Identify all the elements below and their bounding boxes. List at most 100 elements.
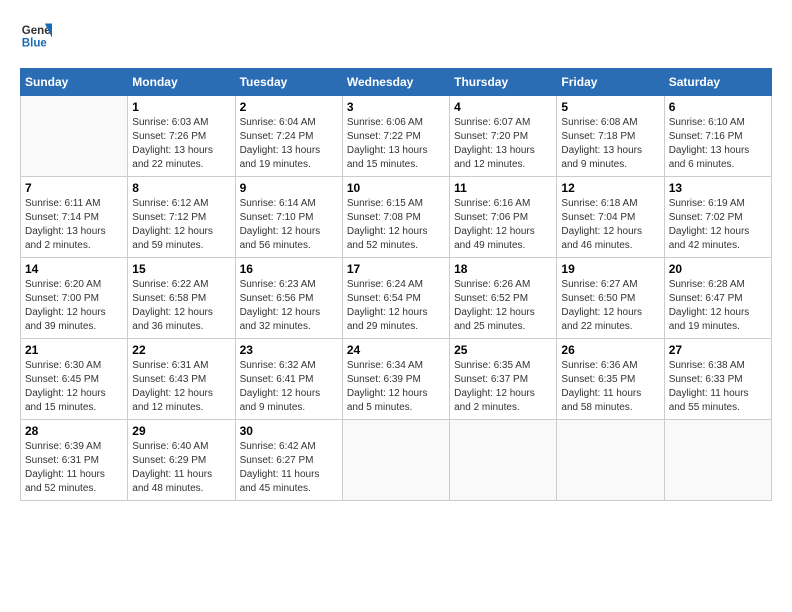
calendar-cell	[450, 420, 557, 501]
calendar-cell: 1 Sunrise: 6:03 AM Sunset: 7:26 PM Daylig…	[128, 96, 235, 177]
weekday-header: Sunday	[21, 69, 128, 96]
calendar-cell: 14 Sunrise: 6:20 AM Sunset: 7:00 PM Dayli…	[21, 258, 128, 339]
calendar-cell: 2Sunrise: 6:04 AM Sunset: 7:24 PM Daylig…	[235, 96, 342, 177]
day-number: 18	[454, 262, 552, 276]
day-number: 15	[132, 262, 230, 276]
weekday-header: Tuesday	[235, 69, 342, 96]
calendar-cell: 15 Sunrise: 6:22 AM Sunset: 6:58 PM Dayli…	[128, 258, 235, 339]
weekday-header: Friday	[557, 69, 664, 96]
calendar-cell: 16 Sunrise: 6:23 AM Sunset: 6:56 PM Dayli…	[235, 258, 342, 339]
day-info: Sunrise: 6:26 AM Sunset: 6:52 PM Dayligh…	[454, 278, 552, 334]
calendar-cell: 11 Sunrise: 6:16 AM Sunset: 7:06 PM Dayli…	[450, 177, 557, 258]
day-info: Sunrise: 6:34 AM Sunset: 6:39 PM Dayligh…	[347, 359, 445, 415]
day-info: Sunrise: 6:11 AM Sunset: 7:14 PM Dayligh…	[25, 197, 123, 253]
day-info: Sunrise: 6:30 AM Sunset: 6:45 PM Dayligh…	[25, 359, 123, 415]
calendar-cell: 18 Sunrise: 6:26 AM Sunset: 6:52 PM Dayli…	[450, 258, 557, 339]
calendar-week-row: 7 Sunrise: 6:11 AM Sunset: 7:14 PM Daylig…	[21, 177, 772, 258]
day-info: Sunrise: 6:12 AM Sunset: 7:12 PM Dayligh…	[132, 197, 230, 253]
calendar-cell: 25 Sunrise: 6:35 AM Sunset: 6:37 PM Dayli…	[450, 339, 557, 420]
calendar-cell: 5 Sunrise: 6:08 AM Sunset: 7:18 PM Daylig…	[557, 96, 664, 177]
day-number: 13	[669, 181, 767, 195]
calendar-cell: 22 Sunrise: 6:31 AM Sunset: 6:43 PM Dayli…	[128, 339, 235, 420]
weekday-header: Wednesday	[342, 69, 449, 96]
calendar-cell: 26Sunrise: 6:36 AM Sunset: 6:35 PM Dayli…	[557, 339, 664, 420]
day-info: Sunrise: 6:31 AM Sunset: 6:43 PM Dayligh…	[132, 359, 230, 415]
day-number: 29	[132, 424, 230, 438]
day-number: 8	[132, 181, 230, 195]
calendar-cell: 10 Sunrise: 6:15 AM Sunset: 7:08 PM Dayli…	[342, 177, 449, 258]
day-info: Sunrise: 6:20 AM Sunset: 7:00 PM Dayligh…	[25, 278, 123, 334]
calendar-cell: 28 Sunrise: 6:39 AM Sunset: 6:31 PM Dayli…	[21, 420, 128, 501]
calendar-week-row: 21 Sunrise: 6:30 AM Sunset: 6:45 PM Dayli…	[21, 339, 772, 420]
day-info: Sunrise: 6:42 AM Sunset: 6:27 PM Dayligh…	[240, 440, 338, 496]
calendar-cell: 3 Sunrise: 6:06 AM Sunset: 7:22 PM Daylig…	[342, 96, 449, 177]
page-header: General Blue	[20, 20, 772, 52]
day-number: 16	[240, 262, 338, 276]
day-number: 12	[561, 181, 659, 195]
day-number: 9	[240, 181, 338, 195]
calendar-cell	[664, 420, 771, 501]
svg-text:Blue: Blue	[22, 38, 48, 50]
day-info: Sunrise: 6:07 AM Sunset: 7:20 PM Dayligh…	[454, 116, 552, 172]
day-number: 3	[347, 100, 445, 114]
day-number: 11	[454, 181, 552, 195]
day-info: Sunrise: 6:10 AM Sunset: 7:16 PM Dayligh…	[669, 116, 767, 172]
day-number: 23	[240, 343, 338, 357]
weekday-header: Monday	[128, 69, 235, 96]
calendar-week-row: 14 Sunrise: 6:20 AM Sunset: 7:00 PM Dayli…	[21, 258, 772, 339]
day-info: Sunrise: 6:14 AM Sunset: 7:10 PM Dayligh…	[240, 197, 338, 253]
day-number: 27	[669, 343, 767, 357]
day-info: Sunrise: 6:38 AM Sunset: 6:33 PM Dayligh…	[669, 359, 767, 415]
calendar-cell: 7 Sunrise: 6:11 AM Sunset: 7:14 PM Daylig…	[21, 177, 128, 258]
day-info: Sunrise: 6:18 AM Sunset: 7:04 PM Dayligh…	[561, 197, 659, 253]
logo-icon: General Blue	[20, 20, 52, 52]
day-info: Sunrise: 6:03 AM Sunset: 7:26 PM Dayligh…	[132, 116, 230, 172]
calendar-cell	[21, 96, 128, 177]
calendar-cell: 30 Sunrise: 6:42 AM Sunset: 6:27 PM Dayli…	[235, 420, 342, 501]
calendar-cell: 6 Sunrise: 6:10 AM Sunset: 7:16 PM Daylig…	[664, 96, 771, 177]
calendar-cell: 27 Sunrise: 6:38 AM Sunset: 6:33 PM Dayli…	[664, 339, 771, 420]
day-number: 14	[25, 262, 123, 276]
day-number: 6	[669, 100, 767, 114]
calendar-cell: 9 Sunrise: 6:14 AM Sunset: 7:10 PM Daylig…	[235, 177, 342, 258]
day-info: Sunrise: 6:19 AM Sunset: 7:02 PM Dayligh…	[669, 197, 767, 253]
logo: General Blue	[20, 20, 52, 52]
day-info: Sunrise: 6:39 AM Sunset: 6:31 PM Dayligh…	[25, 440, 123, 496]
day-info: Sunrise: 6:04 AM Sunset: 7:24 PM Dayligh…	[240, 116, 338, 172]
day-info: Sunrise: 6:22 AM Sunset: 6:58 PM Dayligh…	[132, 278, 230, 334]
day-info: Sunrise: 6:32 AM Sunset: 6:41 PM Dayligh…	[240, 359, 338, 415]
calendar-cell: 24Sunrise: 6:34 AM Sunset: 6:39 PM Dayli…	[342, 339, 449, 420]
calendar-cell: 21 Sunrise: 6:30 AM Sunset: 6:45 PM Dayli…	[21, 339, 128, 420]
day-info: Sunrise: 6:06 AM Sunset: 7:22 PM Dayligh…	[347, 116, 445, 172]
calendar-cell: 17Sunrise: 6:24 AM Sunset: 6:54 PM Dayli…	[342, 258, 449, 339]
calendar-cell: 19Sunrise: 6:27 AM Sunset: 6:50 PM Dayli…	[557, 258, 664, 339]
day-number: 4	[454, 100, 552, 114]
calendar-cell: 20Sunrise: 6:28 AM Sunset: 6:47 PM Dayli…	[664, 258, 771, 339]
calendar-cell: 23 Sunrise: 6:32 AM Sunset: 6:41 PM Dayli…	[235, 339, 342, 420]
day-number: 30	[240, 424, 338, 438]
calendar-cell: 29 Sunrise: 6:40 AM Sunset: 6:29 PM Dayli…	[128, 420, 235, 501]
day-number: 26	[561, 343, 659, 357]
day-number: 25	[454, 343, 552, 357]
day-info: Sunrise: 6:40 AM Sunset: 6:29 PM Dayligh…	[132, 440, 230, 496]
day-info: Sunrise: 6:15 AM Sunset: 7:08 PM Dayligh…	[347, 197, 445, 253]
day-number: 21	[25, 343, 123, 357]
day-number: 22	[132, 343, 230, 357]
day-info: Sunrise: 6:35 AM Sunset: 6:37 PM Dayligh…	[454, 359, 552, 415]
calendar-week-row: 1 Sunrise: 6:03 AM Sunset: 7:26 PM Daylig…	[21, 96, 772, 177]
weekday-header: Thursday	[450, 69, 557, 96]
calendar-cell: 13 Sunrise: 6:19 AM Sunset: 7:02 PM Dayli…	[664, 177, 771, 258]
day-info: Sunrise: 6:28 AM Sunset: 6:47 PM Dayligh…	[669, 278, 767, 334]
day-info: Sunrise: 6:08 AM Sunset: 7:18 PM Dayligh…	[561, 116, 659, 172]
calendar-week-row: 28 Sunrise: 6:39 AM Sunset: 6:31 PM Dayli…	[21, 420, 772, 501]
calendar-cell	[342, 420, 449, 501]
day-number: 1	[132, 100, 230, 114]
day-info: Sunrise: 6:23 AM Sunset: 6:56 PM Dayligh…	[240, 278, 338, 334]
day-info: Sunrise: 6:16 AM Sunset: 7:06 PM Dayligh…	[454, 197, 552, 253]
day-number: 7	[25, 181, 123, 195]
calendar-cell: 12 Sunrise: 6:18 AM Sunset: 7:04 PM Dayli…	[557, 177, 664, 258]
day-number: 28	[25, 424, 123, 438]
day-number: 10	[347, 181, 445, 195]
day-info: Sunrise: 6:24 AM Sunset: 6:54 PM Dayligh…	[347, 278, 445, 334]
day-number: 5	[561, 100, 659, 114]
